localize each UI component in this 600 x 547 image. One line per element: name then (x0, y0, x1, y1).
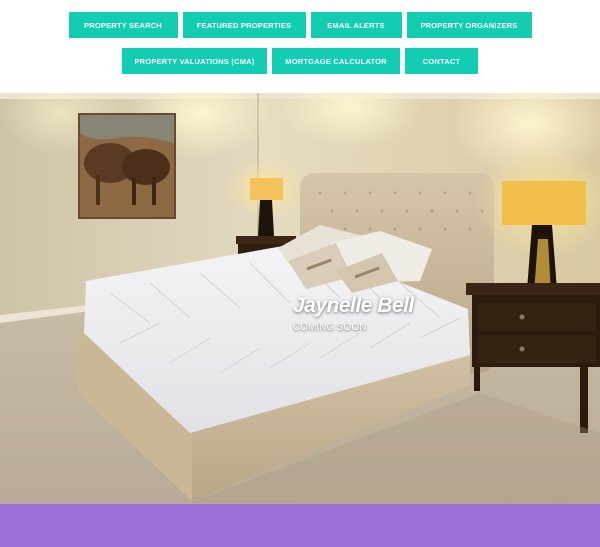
nav-email-alerts-button[interactable]: EMAIL ALERTS (310, 12, 402, 38)
nav-row-2: PROPERTY VALUATIONS (CMA) MORTGAGE CALCU… (0, 48, 600, 74)
nav-contact-button[interactable]: CONTACT (405, 48, 478, 74)
hero-banner: Jaynelle Bell COMING SOON (0, 93, 600, 504)
nav-mortgage-calculator-button[interactable]: MORTGAGE CALCULATOR (272, 48, 400, 74)
hero-subtitle: COMING SOON (293, 322, 367, 333)
nav-property-search-button[interactable]: PROPERTY SEARCH (68, 12, 178, 38)
nav-property-valuations-button[interactable]: PROPERTY VALUATIONS (CMA) (122, 48, 267, 74)
nav-featured-properties-button[interactable]: FEATURED PROPERTIES (182, 12, 306, 38)
hero-title: Jaynelle Bell (293, 294, 414, 317)
nav-row-1: PROPERTY SEARCH FEATURED PROPERTIES EMAI… (0, 12, 600, 38)
footer-band (0, 504, 600, 547)
nav-property-organizers-button[interactable]: PROPERTY ORGANIZERS (406, 12, 532, 38)
